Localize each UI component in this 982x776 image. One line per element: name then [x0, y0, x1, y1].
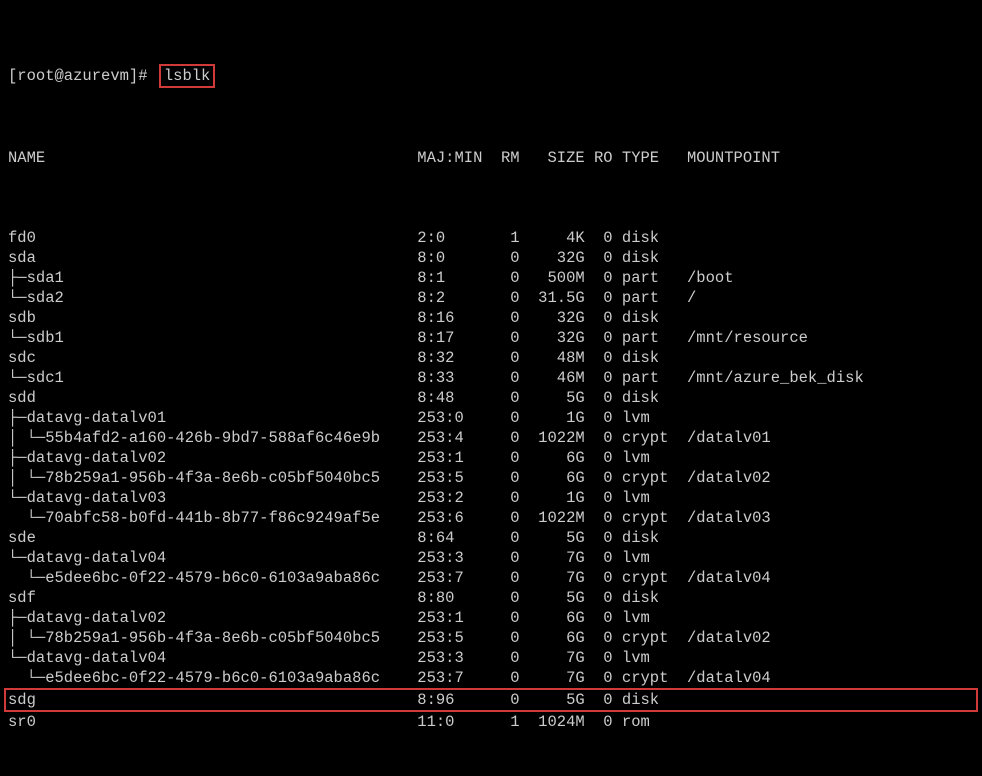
- lsblk-rows: fd0 2:0 1 4K 0 disk sda 8:0 0 32G 0 disk…: [8, 228, 974, 732]
- terminal-output[interactable]: [root@azurevm]# lsblk NAME MAJ:MIN RM SI…: [0, 0, 982, 776]
- shell-prompt: [root@azurevm]#: [8, 66, 148, 86]
- lsblk-row: └─e5dee6bc-0f22-4579-b6c0-6103a9aba86c 2…: [8, 568, 974, 588]
- lsblk-row: ├─datavg-datalv02 253:1 0 6G 0 lvm: [8, 608, 974, 628]
- lsblk-row: ├─sda1 8:1 0 500M 0 part /boot: [8, 268, 974, 288]
- lsblk-row: └─datavg-datalv04 253:3 0 7G 0 lvm: [8, 648, 974, 668]
- lsblk-header: NAME MAJ:MIN RM SIZE RO TYPE MOUNTPOINT: [8, 148, 974, 168]
- lsblk-row-highlighted: sdg 8:96 0 5G 0 disk: [4, 688, 978, 712]
- lsblk-row: └─datavg-datalv04 253:3 0 7G 0 lvm: [8, 548, 974, 568]
- shell-prompt-line: [root@azurevm]# lsblk: [8, 64, 974, 88]
- lsblk-row: sdc 8:32 0 48M 0 disk: [8, 348, 974, 368]
- lsblk-row: └─70abfc58-b0fd-441b-8b77-f86c9249af5e 2…: [8, 508, 974, 528]
- lsblk-row: │ └─55b4afd2-a160-426b-9bd7-588af6c46e9b…: [8, 428, 974, 448]
- lsblk-row: └─sdc1 8:33 0 46M 0 part /mnt/azure_bek_…: [8, 368, 974, 388]
- command-highlighted: lsblk: [159, 64, 216, 88]
- lsblk-row: sdb 8:16 0 32G 0 disk: [8, 308, 974, 328]
- lsblk-row: └─e5dee6bc-0f22-4579-b6c0-6103a9aba86c 2…: [8, 668, 974, 688]
- lsblk-row: sda 8:0 0 32G 0 disk: [8, 248, 974, 268]
- lsblk-row: sde 8:64 0 5G 0 disk: [8, 528, 974, 548]
- lsblk-row: └─sdb1 8:17 0 32G 0 part /mnt/resource: [8, 328, 974, 348]
- lsblk-row: ├─datavg-datalv01 253:0 0 1G 0 lvm: [8, 408, 974, 428]
- lsblk-row: sdf 8:80 0 5G 0 disk: [8, 588, 974, 608]
- lsblk-row: sdd 8:48 0 5G 0 disk: [8, 388, 974, 408]
- lsblk-row: │ └─78b259a1-956b-4f3a-8e6b-c05bf5040bc5…: [8, 628, 974, 648]
- lsblk-row: ├─datavg-datalv02 253:1 0 6G 0 lvm: [8, 448, 974, 468]
- lsblk-row: └─sda2 8:2 0 31.5G 0 part /: [8, 288, 974, 308]
- lsblk-row: └─datavg-datalv03 253:2 0 1G 0 lvm: [8, 488, 974, 508]
- lsblk-row: │ └─78b259a1-956b-4f3a-8e6b-c05bf5040bc5…: [8, 468, 974, 488]
- lsblk-row: fd0 2:0 1 4K 0 disk: [8, 228, 974, 248]
- lsblk-row: sr0 11:0 1 1024M 0 rom: [8, 712, 974, 732]
